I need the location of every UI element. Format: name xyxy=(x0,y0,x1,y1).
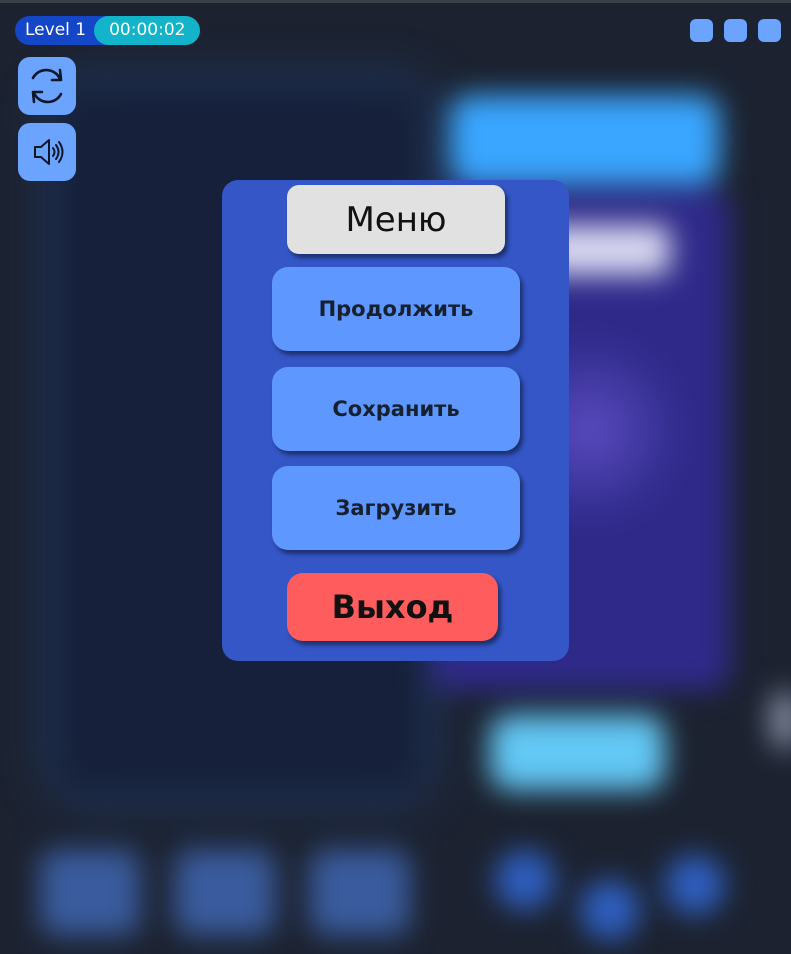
bg-tile xyxy=(310,850,410,935)
bg-tile xyxy=(175,850,275,935)
speaker-icon xyxy=(34,139,64,165)
window-controls xyxy=(690,19,781,42)
bg-bottom-button xyxy=(490,715,665,790)
timer-display: 00:00:02 xyxy=(94,16,201,45)
game-window: Level 1 00:00:02 Меню Продолжить Сохрани… xyxy=(0,0,791,954)
minimize-button[interactable] xyxy=(690,19,713,42)
load-button[interactable]: Загрузить xyxy=(272,466,520,550)
continue-button[interactable]: Продолжить xyxy=(272,267,520,351)
maximize-button[interactable] xyxy=(724,19,747,42)
bg-tile xyxy=(40,850,140,935)
bg-top-button xyxy=(450,95,720,185)
menu-title: Меню xyxy=(287,185,505,254)
refresh-icon xyxy=(31,68,63,104)
bg-edge-blob xyxy=(770,690,791,750)
save-button[interactable]: Сохранить xyxy=(272,367,520,451)
bg-dot xyxy=(495,850,555,910)
bg-dot xyxy=(665,855,725,915)
window-top-border xyxy=(0,0,791,3)
restart-button[interactable] xyxy=(18,57,76,115)
pause-menu-panel: Меню Продолжить Сохранить Загрузить Выхо… xyxy=(222,180,569,661)
sound-button[interactable] xyxy=(18,123,76,181)
hud-level-timer: Level 1 00:00:02 xyxy=(15,16,201,45)
exit-button[interactable]: Выход xyxy=(287,573,498,641)
close-button[interactable] xyxy=(758,19,781,42)
bg-dot xyxy=(580,880,640,940)
